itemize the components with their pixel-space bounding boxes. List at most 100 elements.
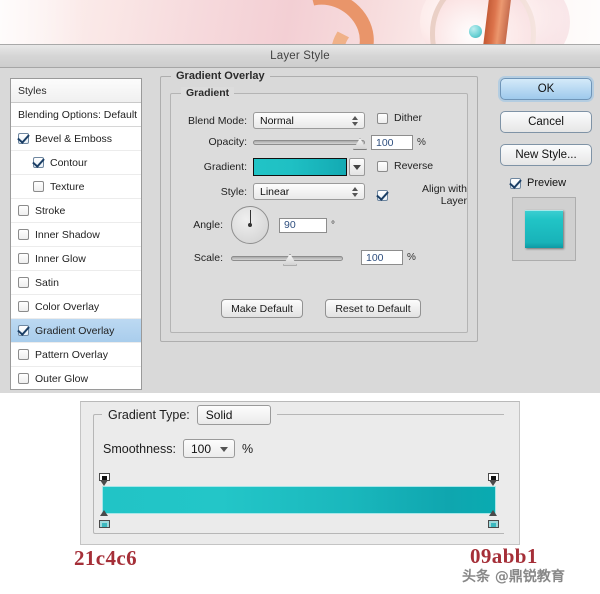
sidebar-item-pattern-overlay[interactable]: Pattern Overlay: [11, 343, 141, 367]
align-with-layer-checkbox-icon[interactable]: [377, 189, 388, 201]
gradient-opacity-stop-start[interactable]: [99, 510, 110, 528]
scale-input[interactable]: 100: [361, 250, 403, 265]
checkbox-icon[interactable]: [18, 349, 29, 360]
gradient-color-stop-end[interactable]: [488, 473, 499, 486]
smoothness-select[interactable]: 100: [182, 439, 235, 458]
preview-checkbox-row[interactable]: Preview: [510, 177, 592, 189]
chevron-down-icon: [219, 446, 228, 452]
checkbox-icon[interactable]: [33, 181, 44, 192]
checkbox-icon[interactable]: [18, 325, 29, 336]
sidebar-item-inner-glow[interactable]: Inner Glow: [11, 247, 141, 271]
preview-label: Preview: [527, 177, 567, 189]
preview-checkbox-icon[interactable]: [510, 177, 521, 189]
checkbox-icon[interactable]: [18, 277, 29, 288]
reset-to-default-button[interactable]: Reset to Default: [325, 299, 421, 318]
gradient-subgroup-title: Gradient: [181, 87, 235, 99]
checkbox-icon[interactable]: [18, 253, 29, 264]
opacity-unit: %: [417, 137, 426, 148]
checkbox-icon[interactable]: [18, 205, 29, 216]
blend-mode-value: Normal: [260, 114, 294, 127]
style-select[interactable]: Linear: [253, 183, 365, 200]
make-default-button[interactable]: Make Default: [221, 299, 303, 318]
sidebar-item-label: Satin: [35, 276, 59, 289]
sidebar-item-gradient-overlay[interactable]: Gradient Overlay: [11, 319, 141, 343]
sidebar-item-satin[interactable]: Satin: [11, 271, 141, 295]
sidebar-item-label: Stroke: [35, 204, 66, 217]
gradient-type-row: Gradient Type: Solid: [102, 405, 277, 425]
sidebar-item-label: Outer Glow: [35, 372, 89, 385]
new-style-label: New Style...: [515, 149, 577, 161]
opacity-label: Opacity:: [208, 136, 247, 148]
checkbox-icon[interactable]: [33, 157, 44, 168]
blending-options-row[interactable]: Blending Options: Default: [11, 103, 141, 127]
angle-unit: °: [331, 219, 335, 231]
checkbox-icon[interactable]: [18, 229, 29, 240]
angle-dial[interactable]: [231, 206, 269, 244]
cancel-button[interactable]: Cancel: [500, 111, 592, 133]
gradient-type-label: Gradient Type:: [108, 408, 190, 422]
gradient-editor-group: Gradient Type: Solid Smoothness: 100 %: [93, 405, 504, 534]
opacity-input[interactable]: 100: [371, 135, 413, 150]
gradient-overlay-group-title: Gradient Overlay: [171, 70, 270, 82]
background-artwork: [0, 0, 600, 44]
dialog-title: Layer Style: [270, 50, 330, 62]
gradient-subgroup: Gradient Blend Mode: Normal Dither Opaci…: [170, 87, 468, 333]
checkbox-icon[interactable]: [18, 301, 29, 312]
scale-label: Scale:: [193, 251, 223, 264]
angle-label: Angle:: [193, 219, 223, 231]
style-label: Style:: [220, 185, 247, 198]
layer-style-dialog: Layer Style Styles Blending Options: Def…: [0, 44, 600, 393]
checkbox-icon[interactable]: [18, 373, 29, 384]
sidebar-item-label: Texture: [50, 180, 85, 193]
sidebar-item-bevel-emboss[interactable]: Bevel & Emboss: [11, 127, 141, 151]
chevron-down-icon: [353, 165, 361, 170]
opacity-value: 100: [376, 136, 394, 149]
scale-slider[interactable]: [231, 252, 343, 266]
gradient-preview-bar[interactable]: [103, 487, 495, 513]
gradient-label: Gradient:: [203, 161, 247, 173]
gradient-type-select[interactable]: Solid: [196, 405, 271, 425]
stop-tip-icon: [489, 510, 497, 516]
new-style-button[interactable]: New Style...: [500, 144, 592, 166]
blend-mode-select[interactable]: Normal: [253, 112, 365, 129]
checkbox-icon[interactable]: [18, 133, 29, 144]
style-value: Linear: [260, 185, 290, 198]
smoothness-row: Smoothness: 100 %: [103, 439, 253, 458]
opacity-slider-track: [253, 140, 365, 145]
sidebar-item-label: Inner Shadow: [35, 228, 100, 241]
gradient-overlay-group: Gradient Overlay Gradient Blend Mode: No…: [160, 70, 478, 342]
gradient-picker-button[interactable]: [349, 158, 365, 176]
gradient-ramp[interactable]: [99, 473, 499, 528]
dialog-actions: OK Cancel New Style... Preview: [500, 78, 592, 261]
gradient-swatch[interactable]: [253, 158, 347, 176]
sidebar-item-outer-glow[interactable]: Outer Glow: [11, 367, 141, 389]
stop-tip-icon: [100, 480, 108, 486]
artwork-vignette: [0, 0, 600, 44]
gradient-type-value: Solid: [205, 408, 233, 422]
stop-tip-icon: [100, 510, 108, 516]
reverse-label: Reverse: [394, 160, 434, 172]
smoothness-unit: %: [241, 441, 254, 456]
stop-tip-icon: [489, 480, 497, 486]
sidebar-item-inner-shadow[interactable]: Inner Shadow: [11, 223, 141, 247]
sidebar-item-label: Pattern Overlay: [35, 348, 108, 361]
gradient-opacity-stop-end[interactable]: [488, 510, 499, 528]
sidebar-item-contour[interactable]: Contour: [11, 151, 141, 175]
angle-input[interactable]: 90: [279, 217, 327, 233]
angle-dial-hub: [248, 223, 252, 227]
cancel-label: Cancel: [528, 116, 564, 128]
stop-head: [488, 520, 499, 528]
sidebar-item-color-overlay[interactable]: Color Overlay: [11, 295, 141, 319]
reverse-checkbox-icon[interactable]: [377, 160, 388, 172]
ok-button[interactable]: OK: [500, 78, 592, 100]
preview-thumbnail-swatch: [525, 210, 563, 248]
sidebar-item-texture[interactable]: Texture: [11, 175, 141, 199]
gradient-color-stop-start[interactable]: [99, 473, 110, 486]
opacity-slider[interactable]: [253, 136, 367, 150]
dither-checkbox-icon[interactable]: [377, 112, 388, 124]
sidebar-item-stroke[interactable]: Stroke: [11, 199, 141, 223]
smoothness-label: Smoothness:: [103, 441, 176, 456]
reset-to-default-label: Reset to Default: [335, 302, 411, 315]
styles-list-header[interactable]: Styles: [11, 79, 141, 103]
smoothness-value: 100: [190, 441, 211, 456]
